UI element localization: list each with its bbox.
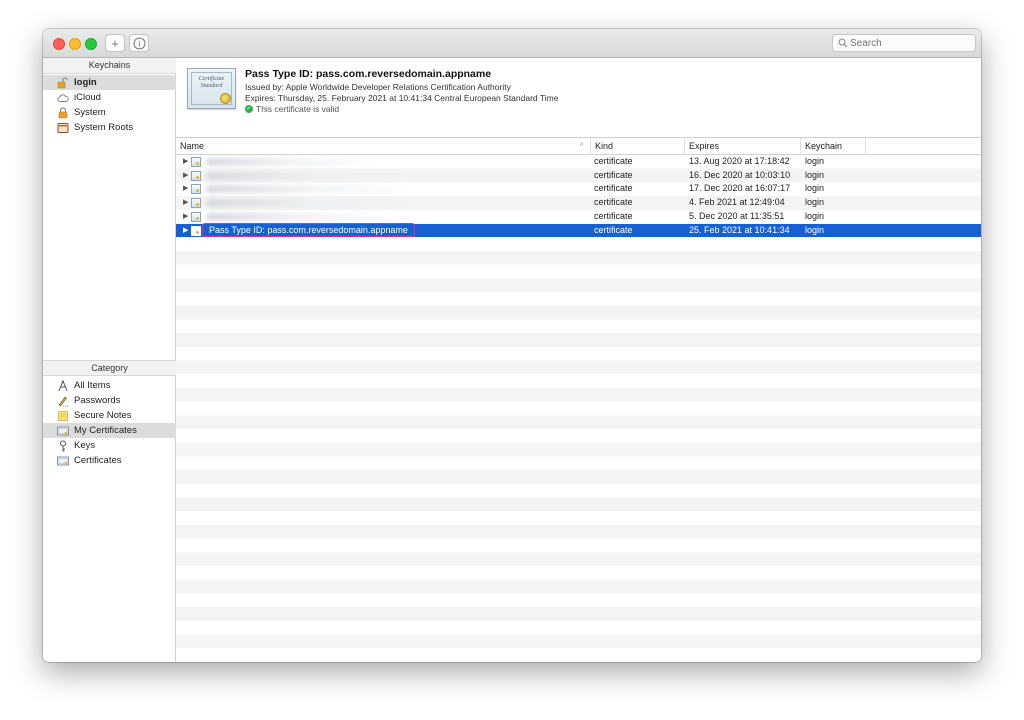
minimize-window-button[interactable] <box>69 38 81 50</box>
cell-keychain: login <box>805 197 825 208</box>
sidebar-item-certificates[interactable]: Certificates <box>43 453 176 468</box>
disclosure-triangle-icon[interactable]: ▶ <box>183 213 189 221</box>
sidebar-item-all-items[interactable]: All Items <box>43 378 176 393</box>
certificate-expiry: Expires: Thursday, 25. February 2021 at … <box>245 93 559 103</box>
redacted-name <box>206 212 396 221</box>
cell-keychain: login <box>805 210 825 221</box>
certificate-icon <box>57 425 69 437</box>
disclosure-triangle-icon[interactable]: ▶ <box>183 158 189 166</box>
disclosure-triangle-icon[interactable]: ▶ <box>183 172 189 180</box>
column-header-kind[interactable]: Kind <box>591 138 685 155</box>
sidebar-item-secure-notes[interactable]: Secure Notes <box>43 408 176 423</box>
cloud-icon <box>57 92 69 104</box>
certificate-large-icon: Certificate Standard <box>187 68 236 109</box>
checkmark-icon: ✓ <box>245 105 253 113</box>
lock-open-icon <box>57 76 69 89</box>
certificate-title: Pass Type ID: pass.com.reversedomain.app… <box>245 68 492 80</box>
cell-keychain: login <box>805 224 825 235</box>
column-header-name[interactable]: Name <box>176 138 591 155</box>
cell-expires: 17. Dec 2020 at 16:07:17 <box>689 183 791 194</box>
cell-kind: certificate <box>594 210 633 221</box>
keychain-access-window: + i Keychains login iCloud <box>43 29 981 662</box>
zoom-window-button[interactable] <box>85 38 97 50</box>
cell-keychain: login <box>805 169 825 180</box>
toolbar: + i <box>43 29 981 58</box>
certificate-icon <box>191 184 201 195</box>
disclosure-triangle-icon[interactable]: ▶ <box>183 185 189 193</box>
table-row-selected[interactable]: ▶ Pass Type ID: pass.com.reversedomain.a… <box>176 222 981 238</box>
pen-icon <box>57 395 69 407</box>
certificate-icon <box>191 198 201 209</box>
disclosure-triangle-icon[interactable]: ▶ <box>183 199 189 207</box>
cell-kind: certificate <box>594 156 633 166</box>
certificate-status: ✓ This certificate is valid <box>245 104 339 114</box>
certificate-detail-header: Certificate Standard Pass Type ID: pass.… <box>176 58 981 138</box>
lock-icon <box>57 106 69 119</box>
table-row[interactable]: ▶ certificate 17. Dec 2020 at 16:07:17 l… <box>176 182 981 196</box>
table-row[interactable]: ▶ certificate 4. Feb 2021 at 12:49:04 lo… <box>176 196 981 210</box>
sidebar-item-keys[interactable]: Keys <box>43 438 176 453</box>
certificate-icon <box>191 170 201 181</box>
sidebar-item-icloud[interactable]: iCloud <box>43 90 176 105</box>
add-item-button[interactable]: + <box>105 34 125 52</box>
search-icon <box>838 38 848 48</box>
key-icon <box>57 440 69 452</box>
sidebar: Keychains login iCloud System System Roo… <box>43 58 176 662</box>
certificate-seal-icon <box>220 93 231 104</box>
cell-expires: 25. Feb 2021 at 10:41:34 <box>689 224 790 235</box>
cell-kind: certificate <box>594 197 633 208</box>
note-icon <box>57 410 69 422</box>
category-header: Category <box>43 360 176 376</box>
redacted-name <box>206 171 406 180</box>
items-table: Name ^ Kind Expires Keychain ▶ certifica… <box>176 138 981 662</box>
sidebar-item-my-certificates[interactable]: My Certificates <box>43 423 176 438</box>
cell-name: Pass Type ID: pass.com.reversedomain.app… <box>202 222 415 237</box>
redacted-name <box>206 185 416 194</box>
table-header: Name ^ Kind Expires Keychain <box>176 138 981 155</box>
sidebar-item-passwords[interactable]: Passwords <box>43 393 176 408</box>
get-info-button[interactable]: i <box>129 34 149 52</box>
cell-keychain: login <box>805 156 825 166</box>
redacted-name <box>206 158 376 166</box>
certificate-status-text: This certificate is valid <box>256 104 340 114</box>
sidebar-item-login[interactable]: login <box>43 75 176 90</box>
certificate-issuer: Issued by: Apple Worldwide Developer Rel… <box>245 82 511 92</box>
certificate-icon <box>191 211 201 222</box>
cabinet-icon <box>57 122 69 134</box>
table-row[interactable]: ▶ certificate 13. Aug 2020 at 17:18:42 l… <box>176 155 981 169</box>
certificate-thumb-line2: Standard <box>200 83 223 89</box>
certificate-icon <box>57 455 69 467</box>
search-input[interactable] <box>832 34 976 52</box>
info-icon: i <box>133 37 145 49</box>
cell-expires: 13. Aug 2020 at 17:18:42 <box>689 156 790 166</box>
sidebar-item-system[interactable]: System <box>43 105 176 120</box>
close-window-button[interactable] <box>53 38 65 50</box>
all-items-icon <box>57 379 69 392</box>
redacted-name <box>206 199 411 208</box>
certificate-icon <box>191 157 201 167</box>
keychains-header: Keychains <box>43 58 176 74</box>
column-header-keychain[interactable]: Keychain <box>801 138 866 155</box>
svg-text:i: i <box>138 39 141 48</box>
certificate-thumb-line1: Certificate <box>198 76 225 82</box>
cell-expires: 5. Dec 2020 at 11:35:51 <box>689 210 785 221</box>
cell-kind: certificate <box>594 169 633 180</box>
sidebar-item-system-roots[interactable]: System Roots <box>43 120 176 135</box>
certificate-icon <box>191 225 201 236</box>
cell-expires: 16. Dec 2020 at 10:03:10 <box>689 169 791 180</box>
cell-keychain: login <box>805 183 825 194</box>
cell-expires: 4. Feb 2021 at 12:49:04 <box>689 197 785 208</box>
cell-kind: certificate <box>594 183 633 194</box>
table-row[interactable]: ▶ certificate 16. Dec 2020 at 10:03:10 l… <box>176 169 981 183</box>
sort-ascending-icon: ^ <box>580 143 584 150</box>
disclosure-triangle-icon[interactable]: ▶ <box>183 227 189 235</box>
table-row[interactable]: ▶ certificate 5. Dec 2020 at 11:35:51 lo… <box>176 210 981 224</box>
column-header-expires[interactable]: Expires <box>685 138 801 155</box>
cell-kind: certificate <box>594 224 633 235</box>
